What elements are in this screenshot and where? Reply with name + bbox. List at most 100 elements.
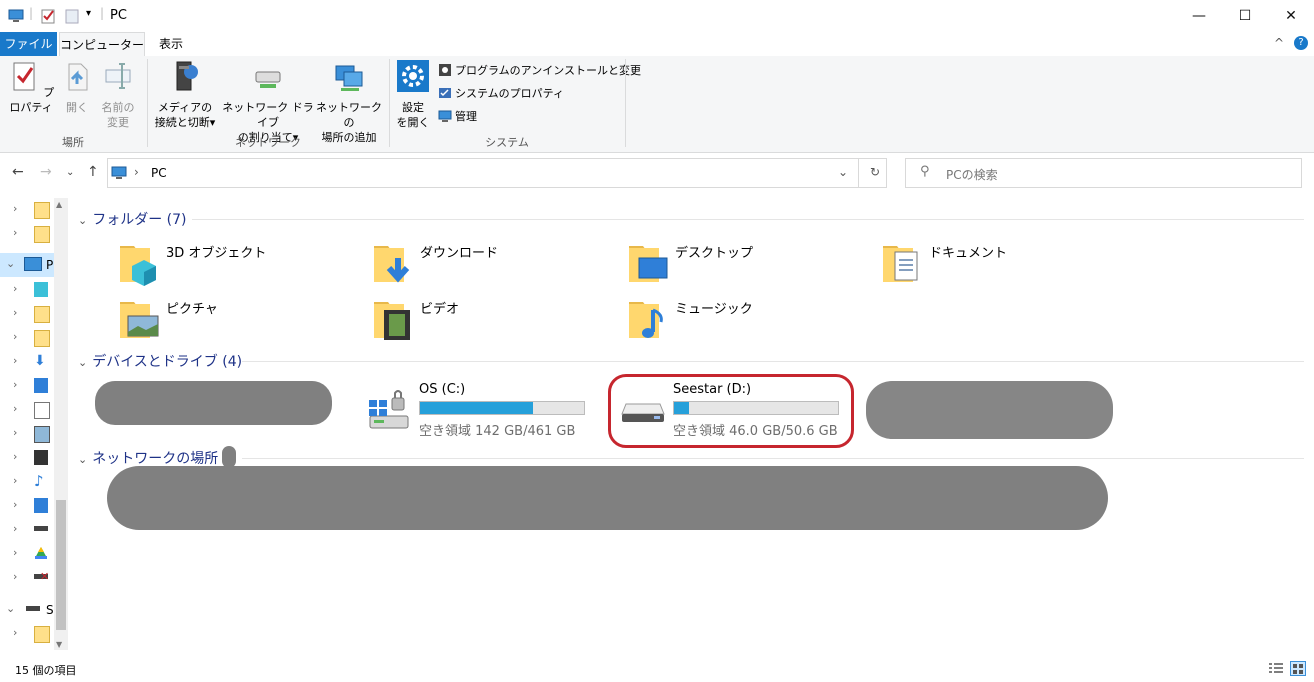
drive-item-d[interactable]: Seestar (D:) 空き領域 46.0 GB/50.6 GB — [620, 380, 844, 440]
drive-usage-fill — [674, 402, 689, 414]
rename-label-line1: 名前の — [101, 101, 135, 114]
music-note-icon: ♪ — [34, 472, 44, 490]
folder-name: デスクトップ — [675, 246, 754, 261]
document-icon — [34, 402, 50, 419]
properties-button[interactable]: プロパティ — [6, 60, 56, 115]
address-dropdown-icon[interactable]: ⌄ — [838, 165, 848, 179]
folder-item-desktop[interactable]: デスクトップ — [627, 240, 867, 290]
folder-item-downloads[interactable]: ダウンロード — [372, 240, 612, 290]
folders-section-header[interactable]: ⌄ フォルダー (7) — [78, 209, 187, 229]
scroll-up-icon[interactable]: ▲ — [56, 200, 62, 209]
tab-computer[interactable]: コンピューター — [59, 32, 145, 57]
nav-item[interactable]: › — [0, 198, 56, 222]
nav-item[interactable]: › — [0, 326, 56, 350]
nav-item-3d-objects[interactable]: › — [0, 278, 56, 302]
folder-item-documents[interactable]: ドキュメント — [881, 240, 1121, 290]
forward-button[interactable]: → — [40, 164, 52, 180]
folder-item-videos[interactable]: ビデオ — [372, 296, 612, 346]
drive-item-c[interactable]: OS (C:) 空き領域 142 GB/461 GB — [366, 380, 590, 440]
refresh-icon[interactable]: ↻ — [870, 165, 880, 179]
tab-view[interactable]: 表示 — [145, 32, 197, 56]
devices-section-header[interactable]: ⌄ デバイスとドライブ (4) — [78, 351, 242, 371]
properties-icon — [13, 62, 35, 91]
music-folder-icon — [629, 302, 663, 338]
nav-scrollbar-thumb[interactable] — [56, 500, 66, 630]
drive-icon — [26, 606, 40, 611]
add-network-label-line1: ネットワークの — [316, 101, 382, 129]
drive-usage-bar — [673, 401, 839, 415]
qa-customize-icon[interactable]: ▾ — [86, 8, 91, 19]
nav-pc-label: P — [46, 258, 54, 272]
minimize-button[interactable]: — — [1176, 0, 1222, 32]
new-folder-quick-icon[interactable] — [64, 8, 80, 24]
large-icons-view-icon[interactable] — [1290, 661, 1306, 676]
nav-item-google-drive[interactable]: › — [0, 542, 56, 566]
nav-s-label: S — [46, 603, 54, 617]
maximize-button[interactable]: ☐ — [1222, 0, 1268, 32]
settings-label-line1: 設定 — [402, 101, 424, 114]
folder-icon — [34, 226, 50, 243]
search-box[interactable]: ⚲ PCの検索 — [905, 158, 1302, 188]
rename-icon — [105, 63, 131, 89]
tab-file[interactable]: ファイル — [0, 32, 57, 56]
nav-item-pc[interactable]: ⌄ P — [0, 253, 56, 277]
uninstall-program-button[interactable]: プログラムのアンインストールと変更 — [438, 61, 641, 81]
nav-item[interactable]: › — [0, 222, 56, 246]
system-properties-button[interactable]: システムのプロパティ — [438, 84, 564, 104]
folder-item-pictures[interactable]: ピクチャ — [118, 296, 358, 346]
nav-item-documents[interactable]: › — [0, 398, 56, 422]
folder-name: ミュージック — [675, 302, 753, 317]
drive-free-space: 空き領域 46.0 GB/50.6 GB — [673, 424, 838, 439]
rename-button[interactable]: 名前の 変更 — [98, 60, 138, 130]
nav-item-drive[interactable]: › — [0, 518, 56, 542]
folder-name: ドキュメント — [929, 246, 1008, 261]
videos-folder-icon — [374, 302, 410, 340]
nav-item[interactable]: › — [0, 302, 56, 326]
ribbon: プロパティ 開く 名前の 変更 場所 メディアの 接続と切断▾ ネットワーク ド… — [0, 56, 1314, 153]
section-divider — [242, 361, 1304, 362]
drive-usage-bar — [419, 401, 585, 415]
section-divider — [192, 219, 1304, 220]
nav-item-videos[interactable]: › — [0, 446, 56, 470]
3d-objects-folder-icon — [120, 246, 156, 286]
search-icon: ⚲ — [920, 164, 930, 179]
address-bar[interactable]: › PC ⌄ ↻ — [107, 158, 887, 188]
desktop-folder-icon — [629, 246, 668, 282]
open-settings-button[interactable]: 設定 を開く — [394, 60, 432, 130]
close-button[interactable]: ✕ — [1268, 0, 1314, 32]
drive-icon — [34, 526, 48, 531]
map-network-drive-button[interactable]: ネットワーク ドライブ の割り当て▾ — [222, 60, 314, 145]
scroll-down-icon[interactable]: ▼ — [56, 640, 62, 649]
folder-item-3d-objects[interactable]: 3D オブジェクト — [118, 240, 358, 290]
properties-quick-icon[interactable] — [40, 8, 56, 24]
up-button[interactable]: ↑ — [87, 164, 99, 180]
3d-objects-icon — [34, 282, 48, 297]
desktop-icon — [34, 378, 48, 393]
help-icon[interactable]: ? — [1294, 36, 1308, 50]
breadcrumb-pc[interactable]: PC — [151, 166, 167, 180]
nav-item-downloads[interactable]: › ⬇ — [0, 350, 56, 374]
nav-item-music[interactable]: › ♪ — [0, 470, 56, 494]
folder-item-music[interactable]: ミュージック — [627, 296, 867, 346]
network-section-header[interactable]: ⌄ ネットワークの場所 ( — [78, 448, 228, 468]
open-button[interactable]: 開く — [60, 60, 94, 115]
nav-item-disconnected-drive[interactable]: › ✕ — [0, 566, 56, 590]
nav-item[interactable]: › — [0, 622, 56, 646]
nav-item-desktop[interactable]: › — [0, 374, 56, 398]
search-input[interactable]: PCの検索 — [946, 166, 998, 183]
pc-icon — [24, 257, 42, 271]
window-title: PC — [110, 8, 127, 23]
drive-usage-fill — [420, 402, 534, 414]
back-button[interactable]: ← — [12, 164, 24, 180]
nav-item-s-drive[interactable]: ⌄ S — [0, 598, 56, 622]
recent-locations-icon[interactable]: ⌄ — [66, 167, 74, 178]
media-connect-button[interactable]: メディアの 接続と切断▾ — [152, 60, 218, 130]
details-view-icon[interactable] — [1268, 662, 1284, 675]
collapse-ribbon-icon[interactable]: ^ — [1274, 36, 1284, 50]
manage-button[interactable]: 管理 — [438, 107, 477, 127]
add-network-location-button[interactable]: ネットワークの 場所の追加 — [316, 60, 382, 145]
title-separator: | — [100, 6, 105, 20]
system-group-label: システム — [485, 136, 529, 149]
nav-item-os-drive[interactable]: › — [0, 494, 56, 518]
nav-item-pictures[interactable]: › — [0, 422, 56, 446]
